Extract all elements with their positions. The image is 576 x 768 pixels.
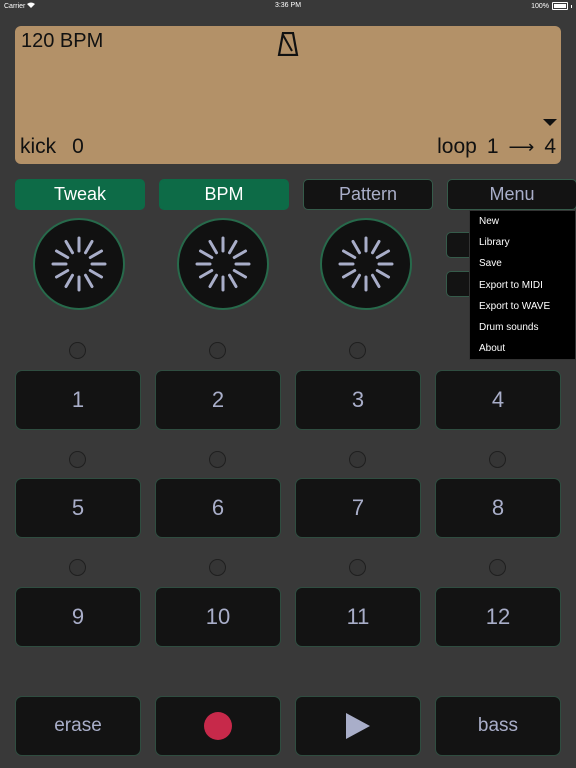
step-led-6 [209,451,226,468]
pad-6[interactable]: 6 [155,478,281,538]
clock: 3:36 PM [274,2,302,9]
knob-tick [351,273,361,289]
knob-tick [64,239,74,255]
knob-ticks-icon [338,236,394,292]
knob-ticks-icon [51,236,107,292]
knob-tick [371,239,381,255]
knob-tick [198,269,214,279]
knob-tick [64,273,74,289]
pad-5[interactable]: 5 [15,478,141,538]
knob-tick [88,249,104,259]
menu-dropdown: New Library Save Export to MIDI Export t… [469,210,576,360]
menu-item-save[interactable]: Save [479,258,502,269]
knob-2[interactable] [177,218,269,310]
step-led-1 [69,342,86,359]
dropdown-caret-icon[interactable] [543,119,557,126]
track-readout[interactable]: kick 0 [20,135,84,159]
pad-1[interactable]: 1 [15,370,141,430]
track-value: 0 [72,135,84,158]
knob-tick [208,273,218,289]
menu-item-drum-sounds[interactable]: Drum sounds [479,322,538,333]
erase-button[interactable]: erase [15,696,141,756]
knob-tick [54,249,70,259]
step-led-2 [209,342,226,359]
pad-3[interactable]: 3 [295,370,421,430]
loop-start: 1 [486,135,499,158]
loop-label: loop [437,135,477,158]
pad-7[interactable]: 7 [295,478,421,538]
knob-tick [375,269,391,279]
play-icon [346,713,370,739]
knob-3[interactable] [320,218,412,310]
knob-tick [84,239,94,255]
step-led-3 [349,342,366,359]
pad-4[interactable]: 4 [435,370,561,430]
pad-10[interactable]: 10 [155,587,281,647]
step-led-10 [209,559,226,576]
step-led-8 [489,451,506,468]
pad-9[interactable]: 9 [15,587,141,647]
pad-12[interactable]: 12 [435,587,561,647]
status-bar: Carrier 3:36 PM 100% [0,0,576,14]
knob-tick [198,249,214,259]
knob-tick [341,269,357,279]
knob-tick [228,273,238,289]
knob-tick [371,273,381,289]
loop-arrow-icon: ⟶ [508,136,535,157]
metronome-icon[interactable] [277,31,299,57]
knob-tick [208,239,218,255]
step-led-7 [349,451,366,468]
knob-ticks-icon [195,236,251,292]
knob-tick [232,269,248,279]
step-led-5 [69,451,86,468]
menu-item-new[interactable]: New [479,216,499,227]
bpm-button[interactable]: BPM [159,179,289,210]
pad-8[interactable]: 8 [435,478,561,538]
pad-2[interactable]: 2 [155,370,281,430]
pattern-button[interactable]: Pattern [303,179,433,210]
knob-1[interactable] [33,218,125,310]
bass-button[interactable]: bass [435,696,561,756]
knob-tick [351,239,361,255]
knob-tick [375,249,391,259]
knob-tick [54,269,70,279]
knob-tick [84,273,94,289]
lcd-display: 120 BPM kick 0 loop 1 ⟶ 4 [15,26,561,164]
menu-item-about[interactable]: About [479,343,505,354]
battery-icon [552,2,568,10]
play-button[interactable] [295,696,421,756]
menu-item-export-wave[interactable]: Export to WAVE [479,301,550,312]
menu-item-export-midi[interactable]: Export to MIDI [479,280,543,291]
step-led-11 [349,559,366,576]
record-button[interactable] [155,696,281,756]
record-icon [204,712,232,740]
menu-button[interactable]: Menu [447,179,576,210]
loop-readout[interactable]: loop 1 ⟶ 4 [437,135,556,159]
step-led-12 [489,559,506,576]
knob-tick [228,239,238,255]
tweak-button[interactable]: Tweak [15,179,145,210]
loop-end: 4 [544,135,556,158]
menu-item-library[interactable]: Library [479,237,510,248]
knob-tick [341,249,357,259]
step-led-9 [69,559,86,576]
pad-11[interactable]: 11 [295,587,421,647]
knob-tick [88,269,104,279]
track-name: kick [20,135,57,158]
bpm-readout: 120 BPM [21,30,104,52]
battery-percent: 100% [531,2,549,10]
battery-status: 100% [531,2,572,10]
knob-tick [232,249,248,259]
